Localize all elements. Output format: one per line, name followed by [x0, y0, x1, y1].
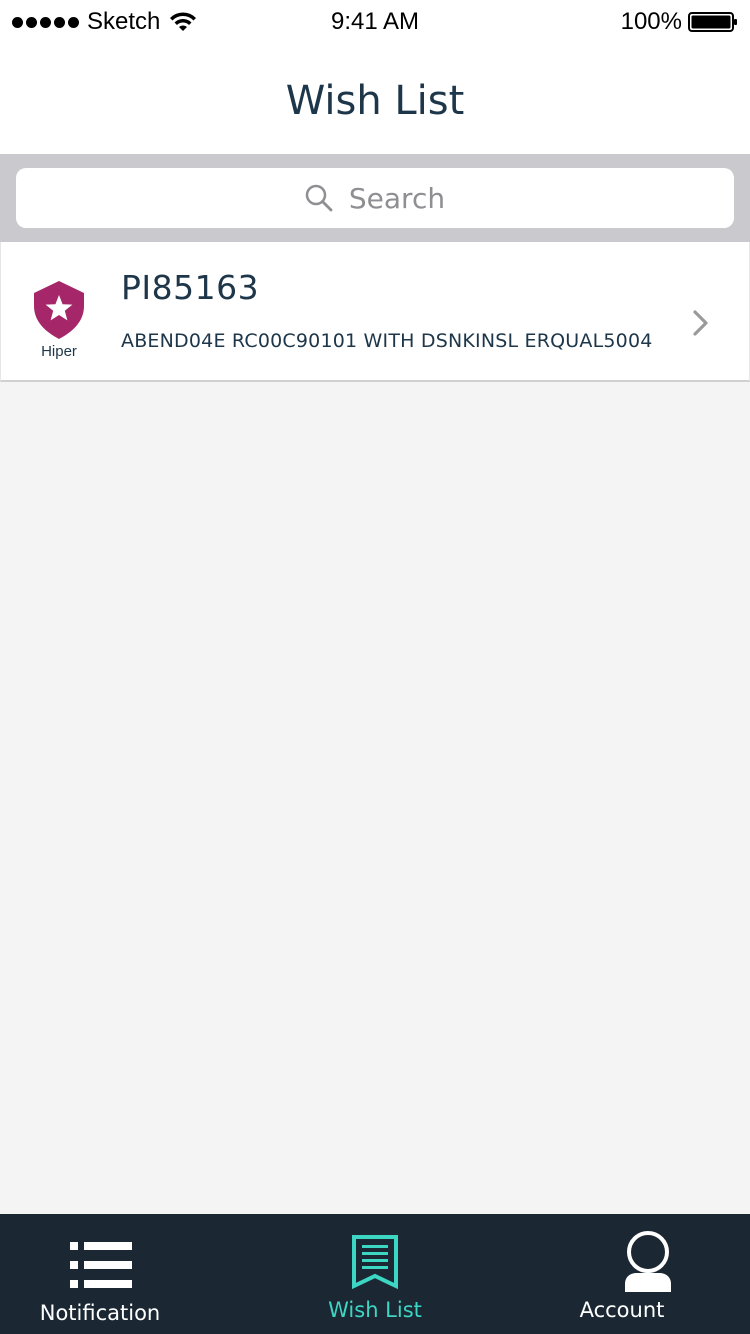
item-subtitle: ABEND04E RC00C90101 WITH DSNKINSL ERQUAL…	[121, 330, 653, 352]
tab-label-wish-list: Wish List	[328, 1298, 422, 1322]
status-bar: Sketch 9:41 AM 100%	[0, 0, 750, 44]
page-title: Wish List	[285, 78, 465, 124]
screen: Sketch 9:41 AM 100% Wish List Search Hip…	[0, 0, 750, 1334]
battery-icon	[688, 12, 737, 32]
badge-label: Hiper	[41, 343, 77, 360]
tab-account[interactable]: Account	[500, 1214, 750, 1334]
search-bar: Search	[0, 154, 750, 242]
tab-wish-list[interactable]: Wish List	[250, 1214, 500, 1334]
list-icon	[70, 1242, 132, 1288]
chevron-right-icon	[693, 310, 708, 336]
tab-notification[interactable]: Notification	[0, 1214, 250, 1334]
tab-label-account: Account	[579, 1298, 665, 1322]
search-icon	[305, 184, 333, 212]
navigation-bar: Wish List	[0, 44, 750, 154]
battery-percent: 100%	[620, 8, 682, 35]
bookmark-list-icon	[352, 1235, 398, 1290]
item-title: PI85163	[121, 268, 260, 307]
search-placeholder: Search	[348, 181, 446, 215]
shield-star-icon	[34, 281, 84, 339]
wish-list-item[interactable]: Hiper PI85163 ABEND04E RC00C90101 WITH D…	[0, 242, 750, 382]
tab-bar: Notification Wish List Account	[0, 1214, 750, 1334]
search-input[interactable]: Search	[16, 168, 734, 228]
priority-badge: Hiper	[29, 280, 89, 360]
status-right: 100%	[621, 8, 738, 36]
user-icon	[625, 1231, 671, 1292]
tab-label-notification: Notification	[39, 1301, 161, 1325]
